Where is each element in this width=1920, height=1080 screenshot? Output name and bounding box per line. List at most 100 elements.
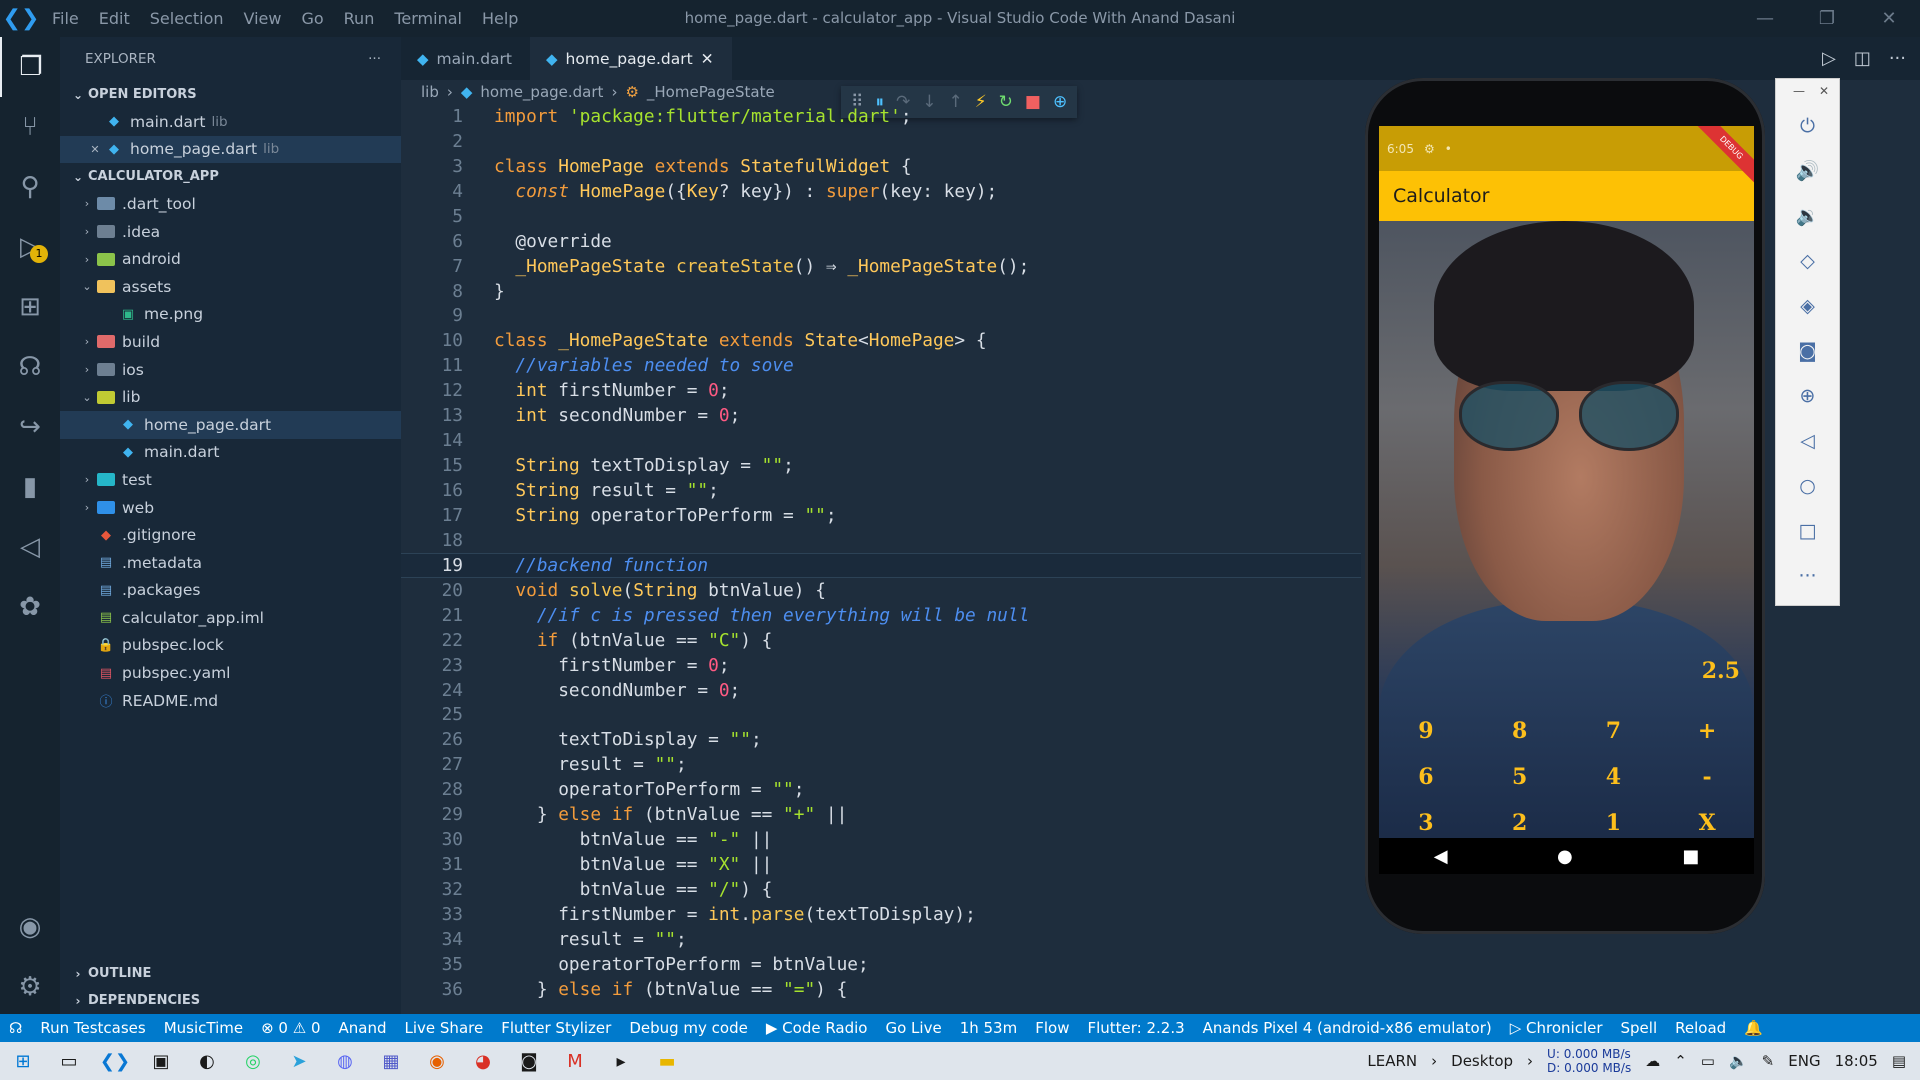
dependencies-section[interactable]: › DEPENDENCIES [60,987,401,1014]
open-editor-item[interactable]: ◆ main.dart lib [60,108,401,136]
status-item[interactable]: Anands Pixel 4 (android-x86 emulator) [1194,1019,1501,1037]
zoom-icon[interactable]: ⊕ [1776,373,1839,418]
desktop-label[interactable]: Desktop [1451,1052,1513,1070]
home-icon[interactable]: ○ [1776,463,1839,508]
calc-key[interactable]: 9 [1379,714,1473,748]
emu-close-icon[interactable]: ✕ [1819,84,1829,98]
tree-item[interactable]: 🔒 pubspec.lock [60,632,401,660]
weather-icon[interactable]: ☁ [1645,1052,1660,1070]
app-icon[interactable]: ▭ [46,1042,92,1080]
gear-icon[interactable]: ⚙ [0,957,60,1017]
tray-chevron-icon[interactable]: ⌃ [1674,1052,1687,1070]
more-icon[interactable]: ··· [1889,48,1906,69]
tab-home_page-dart[interactable]: ◆ home_page.dart ✕ [530,37,732,80]
teams-icon[interactable]: ▦ [368,1042,414,1080]
outline-section[interactable]: › OUTLINE [60,960,401,987]
volume-icon[interactable]: 🔈 [1729,1052,1748,1070]
split-editor-icon[interactable]: ◫ [1854,48,1871,69]
emu-minimize-icon[interactable]: — [1793,84,1805,98]
volume-up-icon[interactable]: 🔊 [1776,148,1839,193]
tree-item[interactable]: ◆ main.dart [60,439,401,467]
menu-terminal[interactable]: Terminal [384,0,472,37]
close-icon[interactable]: ✕ [1858,0,1920,37]
menu-view[interactable]: View [234,0,292,37]
more-actions-icon[interactable]: ··· [368,51,381,67]
power-icon[interactable]: ⏻ [1776,103,1839,148]
volume-down-icon[interactable]: 🔉 [1776,193,1839,238]
tree-item[interactable]: ⓘ README.md [60,687,401,715]
app-icon[interactable]: ▣ [138,1042,184,1080]
account-icon[interactable]: ◉ [0,897,60,957]
tree-item[interactable]: ▤ pubspec.yaml [60,659,401,687]
code-editor[interactable]: 1 import 'package:flutter/material.dart';… [401,104,1361,1002]
tree-item[interactable]: › .dart_tool [60,190,401,218]
terminal-icon[interactable]: ▸ [598,1042,644,1080]
menu-go[interactable]: Go [291,0,333,37]
pen-icon[interactable]: ✎ [1762,1052,1775,1070]
status-item[interactable]: Anand [330,1019,396,1037]
tab-main-dart[interactable]: ◆ main.dart [401,37,530,80]
github-icon[interactable]: ◙ [506,1042,552,1080]
close-icon[interactable]: ✕ [86,143,104,156]
tree-item[interactable]: ◆ .gitignore [60,521,401,549]
windows-start-icon[interactable]: ⊞ [0,1042,46,1080]
calc-key[interactable]: 3 [1379,806,1473,840]
status-item[interactable]: Run Testcases [31,1019,154,1037]
calc-key[interactable]: 4 [1567,760,1661,794]
tree-item[interactable]: ▤ .metadata [60,549,401,577]
network-icon[interactable]: ▭ [1701,1052,1715,1070]
status-item[interactable]: Flutter: 2.2.3 [1078,1019,1193,1037]
phone-screen[interactable]: 6:05 ⚙ • DEBUG Calculator 2.5 9 8 7 +6 5 4-3 2… [1379,126,1754,874]
chrome-icon[interactable]: ◕ [460,1042,506,1080]
tree-item[interactable]: ▤ .packages [60,577,401,605]
back-icon[interactable]: ◀ [1434,846,1448,867]
tree-item[interactable]: ⌄ assets [60,273,401,301]
bell-icon[interactable]: 🔔 [1735,1019,1772,1037]
status-item[interactable]: 1h 53m [951,1019,1027,1037]
calc-key[interactable]: 7 [1567,714,1661,748]
source-control-icon[interactable]: ⑂ [0,97,60,157]
tree-item[interactable]: › .idea [60,218,401,246]
paw-icon[interactable]: ✿ [0,577,60,637]
tree-item[interactable]: ⌄ lib [60,383,401,411]
status-item[interactable]: ⊗ 0 ⚠ 0 [252,1019,329,1037]
status-item[interactable]: ▷ Chronicler [1501,1019,1612,1037]
calc-key[interactable]: X [1660,806,1754,840]
app-icon[interactable]: ◐ [184,1042,230,1080]
vscode-taskbar-icon[interactable]: ❮❯ [92,1042,138,1080]
breadcrumb-file[interactable]: home_page.dart [480,83,603,101]
calc-key[interactable]: 8 [1473,714,1567,748]
menu-file[interactable]: File [42,0,89,37]
overview-icon[interactable]: □ [1776,508,1839,553]
close-icon[interactable]: ✕ [701,50,714,68]
firefox-icon[interactable]: ◉ [414,1042,460,1080]
headphones-icon[interactable]: ☊ [0,337,60,397]
stats-icon[interactable]: ▮ [0,457,60,517]
discord-icon[interactable]: ◍ [322,1042,368,1080]
calc-key[interactable]: 1 [1567,806,1661,840]
flutter-icon[interactable]: ◁ [0,517,60,577]
status-item[interactable]: Live Share [396,1019,493,1037]
open-editor-item[interactable]: ✕ ◆ home_page.dart lib [60,135,401,164]
more-icon[interactable]: ··· [1776,553,1839,598]
menu-selection[interactable]: Selection [140,0,234,37]
notification-icon[interactable]: ▤ [1892,1052,1906,1070]
status-item[interactable]: Flutter Stylizer [492,1019,620,1037]
tree-item[interactable]: ▤ calculator_app.iml [60,604,401,632]
rotate-left-icon[interactable]: ◇ [1776,238,1839,283]
camera-icon[interactable]: ◙ [1776,328,1839,373]
calc-key[interactable]: + [1660,714,1754,748]
tree-item[interactable]: ▣ me.png [60,301,401,329]
tree-item[interactable]: › ios [60,356,401,384]
calc-key[interactable]: 2 [1473,806,1567,840]
file-explorer-icon[interactable]: ▬ [644,1042,690,1080]
status-item[interactable]: Go Live [876,1019,950,1037]
project-section[interactable]: ⌄ CALCULATOR_APP [60,163,401,190]
search-icon[interactable]: ⚲ [0,157,60,217]
menu-help[interactable]: Help [472,0,528,37]
tree-item[interactable]: › web [60,494,401,522]
run-debug-icon[interactable]: ▷ 1 [0,217,60,277]
calc-key[interactable]: - [1660,760,1754,794]
menu-run[interactable]: Run [334,0,385,37]
back-icon[interactable]: ◁ [1776,418,1839,463]
